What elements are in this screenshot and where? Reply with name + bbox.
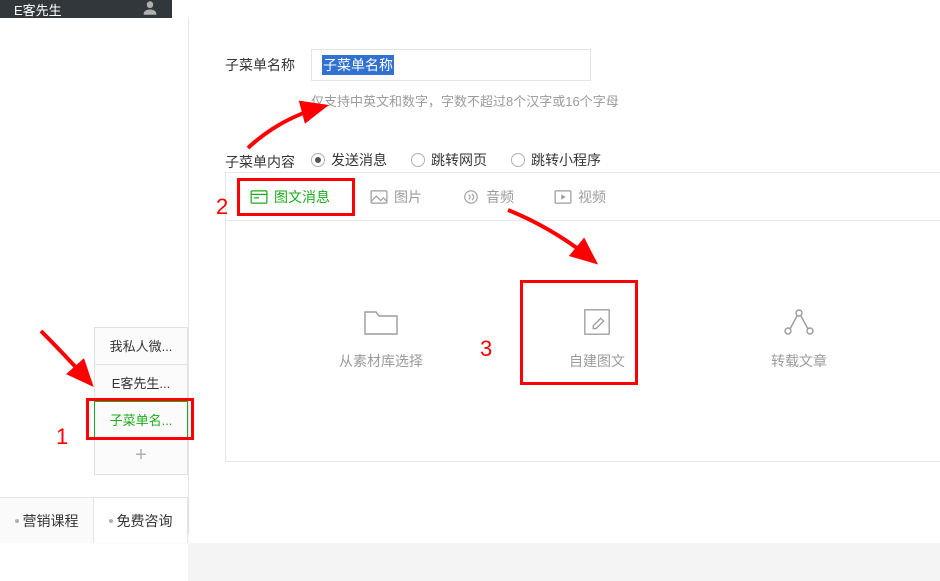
radio-icon xyxy=(511,153,525,167)
left-divider xyxy=(188,18,189,534)
main-menu-tab-label: 营销课程 xyxy=(23,511,79,531)
tab-label: 图片 xyxy=(394,187,422,207)
name-hint: 仅支持中英文和数字，字数不超过8个汉字或16个字母 xyxy=(311,91,940,110)
option-create-new[interactable]: 自建图文 xyxy=(569,307,625,371)
edit-icon xyxy=(579,307,615,337)
row-content: 子菜单内容 发送消息 跳转网页 跳转小程序 xyxy=(225,146,940,172)
bottom-edge xyxy=(188,543,940,581)
main-menu-tab-1[interactable]: 免费咨询 xyxy=(94,497,188,543)
tab-video[interactable]: 视频 xyxy=(554,187,606,207)
option-label: 转载文章 xyxy=(771,351,827,371)
tab-audio[interactable]: 音频 xyxy=(462,187,514,207)
folder-icon xyxy=(363,307,399,337)
radio-label: 跳转网页 xyxy=(431,150,487,170)
user-icon[interactable] xyxy=(142,0,158,19)
option-from-library[interactable]: 从素材库选择 xyxy=(339,307,423,371)
video-icon xyxy=(554,190,572,204)
tab-label: 图文消息 xyxy=(274,187,330,207)
content-options: 从素材库选择 自建图文 转载文章 xyxy=(226,221,940,457)
main-menu-tab-0[interactable]: 营销课程 xyxy=(0,498,94,543)
option-label: 自建图文 xyxy=(569,351,625,371)
submenu-preview: 我私人微... E客先生... 子菜单名... + xyxy=(94,327,188,475)
dot-icon xyxy=(109,519,113,523)
radio-label: 跳转小程序 xyxy=(531,150,601,170)
message-type-tabs: 图文消息 图片 音频 视频 xyxy=(226,173,940,221)
tab-label: 视频 xyxy=(578,187,606,207)
tab-news[interactable]: 图文消息 xyxy=(250,187,330,207)
radio-icon xyxy=(411,153,425,167)
audio-icon xyxy=(462,190,480,204)
radio-jump-page[interactable]: 跳转网页 xyxy=(411,150,487,170)
message-type-box: 图文消息 图片 音频 视频 从素材库选择 自建图文 转载文章 xyxy=(225,172,940,462)
content-radio-group: 发送消息 跳转网页 跳转小程序 xyxy=(311,146,601,170)
radio-icon xyxy=(311,153,325,167)
content-label: 子菜单内容 xyxy=(225,146,311,172)
submenu-name-value: 子菜单名称 xyxy=(322,55,394,75)
radio-mini-program[interactable]: 跳转小程序 xyxy=(511,150,601,170)
radio-send-message[interactable]: 发送消息 xyxy=(311,150,387,170)
main-menu-tab-label: 免费咨询 xyxy=(117,511,173,531)
dot-icon xyxy=(15,519,19,523)
tab-label: 音频 xyxy=(486,187,514,207)
option-label: 从素材库选择 xyxy=(339,351,423,371)
image-icon xyxy=(370,190,388,204)
submenu-item-2[interactable]: 子菜单名... xyxy=(94,401,188,438)
sidebar-header: E客先生 xyxy=(0,0,172,18)
option-reprint[interactable]: 转载文章 xyxy=(771,307,827,371)
form-area: 子菜单名称 子菜单名称 仅支持中英文和数字，字数不超过8个汉字或16个字母 子菜… xyxy=(225,49,940,182)
submenu-name-input[interactable]: 子菜单名称 xyxy=(311,49,591,81)
submenu-item-1[interactable]: E客先生... xyxy=(95,365,187,402)
news-icon xyxy=(250,190,268,204)
submenu-item-0[interactable]: 我私人微... xyxy=(95,328,187,365)
radio-label: 发送消息 xyxy=(331,150,387,170)
row-name: 子菜单名称 子菜单名称 xyxy=(225,49,940,81)
main-menu-tabs: 营销课程 免费咨询 xyxy=(0,497,188,543)
submenu-add-button[interactable]: + xyxy=(95,437,187,474)
name-label: 子菜单名称 xyxy=(225,49,311,75)
annotation-num-1: 1 xyxy=(56,424,68,450)
tab-image[interactable]: 图片 xyxy=(370,187,422,207)
account-name: E客先生 xyxy=(14,0,62,19)
share-icon xyxy=(781,307,817,337)
